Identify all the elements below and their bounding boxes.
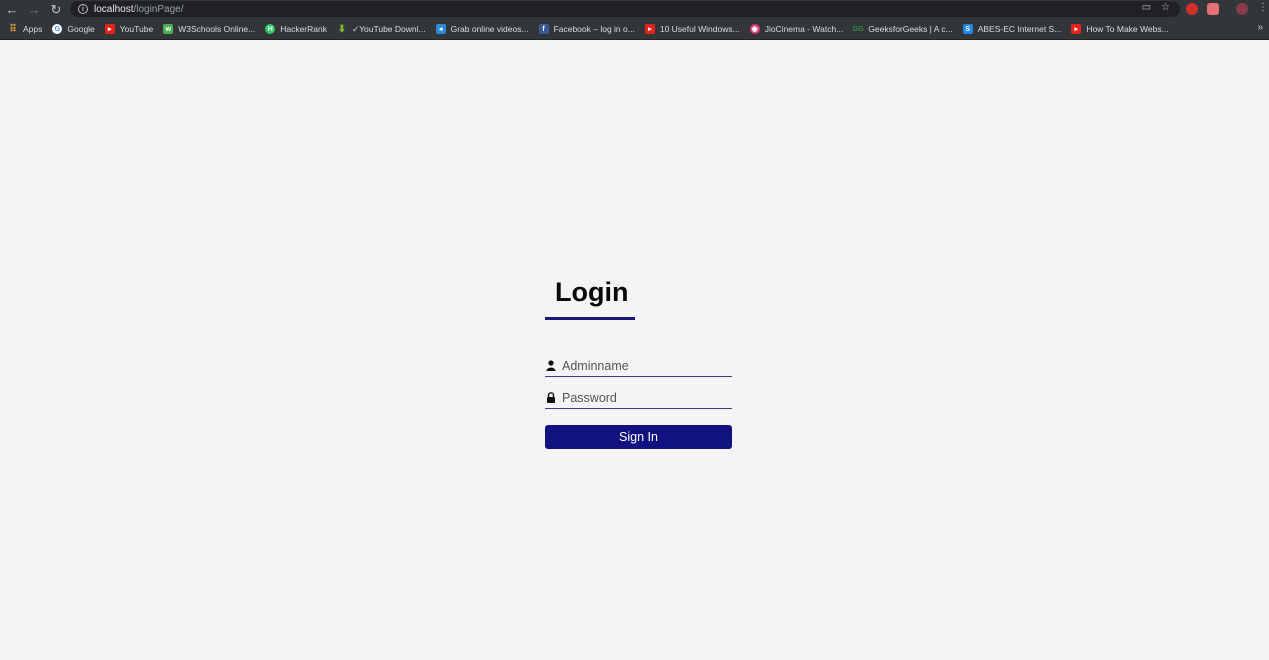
cast-icon[interactable]: ▭ [1142,2,1151,13]
address-bar[interactable]: i localhost/loginPage/ ▭ ☆ [70,1,1180,17]
hackerrank-icon: H [265,24,276,34]
geeksforgeeks-icon: GG [852,25,864,33]
url-host: localhost [94,3,134,15]
bookmark-w3schools[interactable]: w W3Schools Online... [163,24,255,34]
sign-in-button[interactable]: Sign In [545,425,732,449]
username-field[interactable] [545,355,732,377]
bookmark-grab-videos[interactable]: ◂ Grab online videos... [435,24,529,34]
password-input[interactable] [562,390,722,405]
bookmark-facebook[interactable]: f Facebook – log in o... [538,24,635,34]
browser-toolbar: ← → ↻ i localhost/loginPage/ ▭ ☆ ⋮ [0,0,1269,19]
bookmark-geeksforgeeks[interactable]: GG GeeksforGeeks | A c... [852,24,953,34]
apps-grid-icon: ⠿ [9,23,17,35]
bookmarks-bar: ⠿ Apps G Google ▸ YouTube w W3Schools Online… [0,19,1269,40]
extension-icon[interactable] [1207,3,1219,15]
forward-button[interactable]: → [24,0,44,19]
more-bookmarks-icon[interactable]: » [1257,22,1263,33]
youtube-icon: ▸ [1071,24,1082,34]
extension-icon[interactable] [1186,3,1198,15]
bookmark-jiocinema[interactable]: ◉ JioCinema - Watch... [749,24,843,34]
bookmark-windows-video[interactable]: ▸ 10 Useful Windows... [644,24,740,34]
bookmark-star-icon[interactable]: ☆ [1161,2,1170,13]
google-icon: G [52,24,63,34]
profile-avatar[interactable] [1236,3,1248,15]
video-grab-icon: ◂ [435,24,446,34]
lock-icon [545,392,557,403]
bookmark-apps[interactable]: ⠿ Apps [8,23,42,35]
facebook-icon: f [538,24,549,34]
bookmark-hackerrank[interactable]: H HackerRank [265,24,327,34]
user-icon [545,360,557,371]
menu-icon[interactable]: ⋮ [1258,2,1269,14]
youtube-icon: ▸ [644,24,655,34]
password-field[interactable] [545,387,732,409]
back-button[interactable]: ← [2,0,22,19]
reload-button[interactable]: ↻ [46,0,66,19]
bookmark-abes[interactable]: S ABES-EC Internet S... [962,24,1061,34]
youtube-icon: ▸ [104,24,115,34]
title-underline [545,317,635,320]
bookmark-youtube-downloader[interactable]: ⬇ ✓YouTube Downl... [337,24,426,35]
download-icon: ⬇ [337,23,347,35]
abes-icon: S [962,24,973,34]
w3schools-icon: w [163,24,174,34]
bookmark-youtube[interactable]: ▸ YouTube [104,24,153,34]
bookmark-google[interactable]: G Google [52,24,95,34]
jiocinema-icon: ◉ [749,24,760,34]
info-icon[interactable]: i [78,4,88,14]
bookmark-how-to-make-website[interactable]: ▸ How To Make Webs... [1071,24,1169,34]
login-title: Login [555,277,629,307]
username-input[interactable] [562,358,722,373]
url-path: /loginPage/ [133,3,184,15]
